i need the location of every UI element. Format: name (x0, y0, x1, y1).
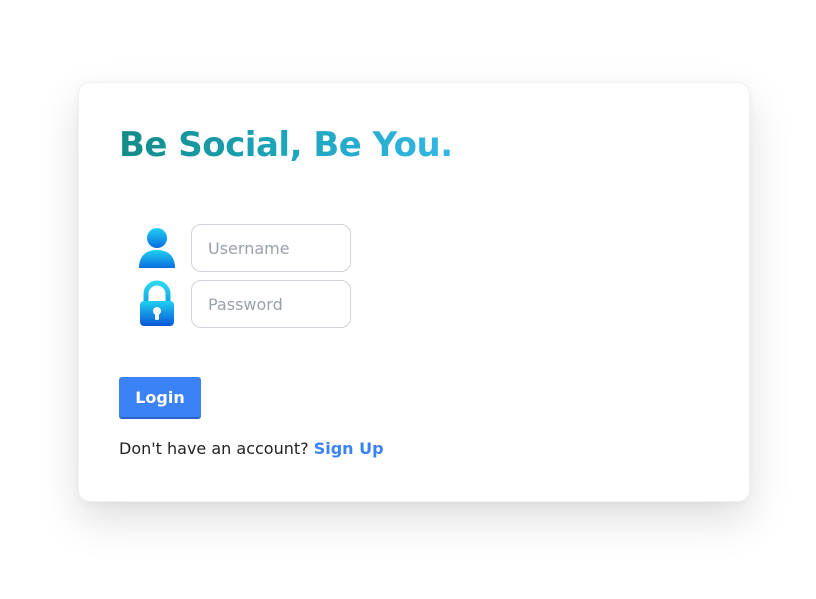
login-card: Be Social, Be You. Username Login Don't … (78, 82, 750, 502)
signup-prompt: Don't have an account? Sign Up (119, 439, 384, 458)
signup-link[interactable]: Sign Up (314, 439, 384, 458)
username-row (137, 224, 351, 272)
password-input[interactable] (191, 280, 351, 328)
page: Be Social, Be You. Username Login Don't … (0, 0, 816, 599)
username-input[interactable] (191, 224, 351, 272)
login-button[interactable]: Login (119, 377, 201, 419)
user-icon (137, 224, 181, 272)
page-title: Be Social, Be You. (119, 125, 453, 165)
signup-prompt-text: Don't have an account? (119, 439, 309, 458)
lock-icon (137, 280, 181, 328)
password-row (137, 280, 351, 328)
